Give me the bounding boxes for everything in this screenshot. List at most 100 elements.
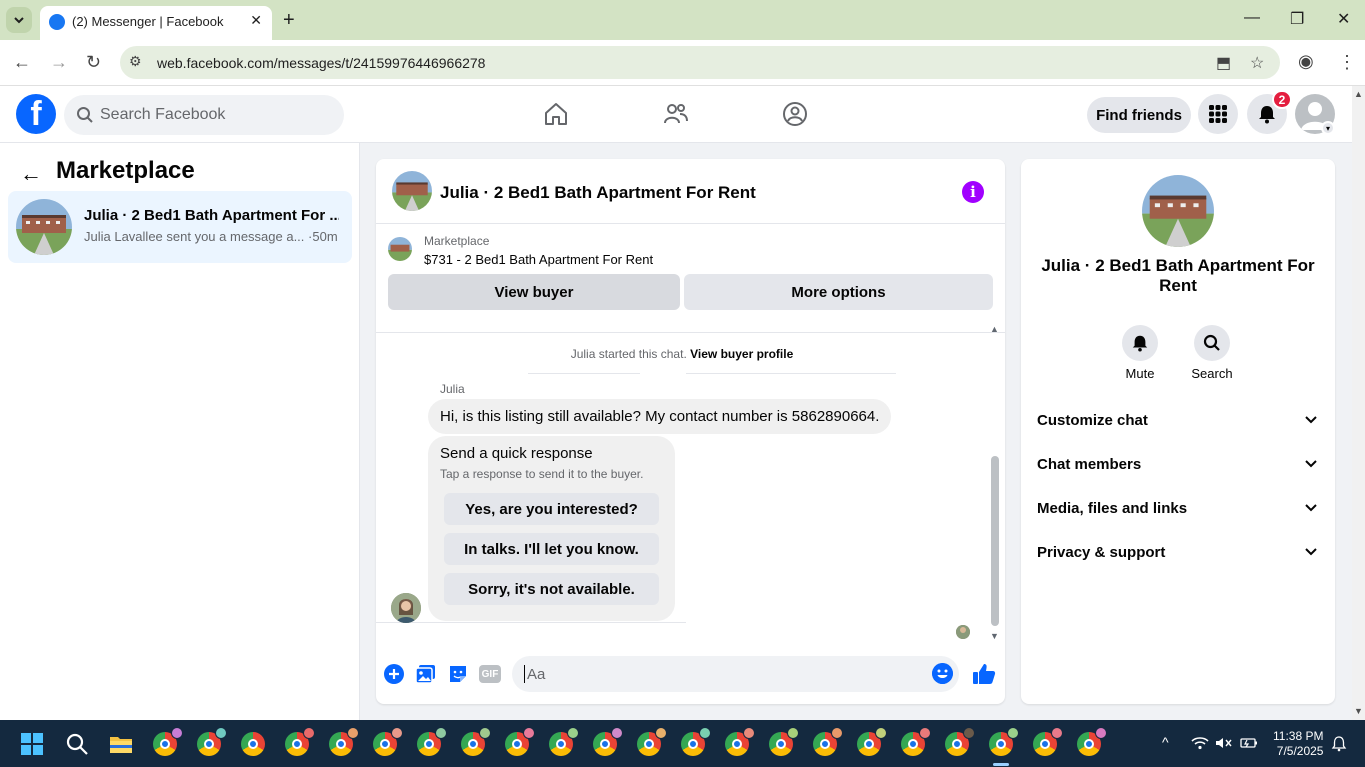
chrome-profile-icon[interactable] xyxy=(901,727,931,756)
photo-gallery-icon[interactable] xyxy=(415,663,437,685)
view-buyer-profile-link[interactable]: View buyer profile xyxy=(690,347,793,361)
search-input[interactable] xyxy=(100,95,330,135)
mute-action[interactable]: Mute xyxy=(1110,325,1170,381)
file-explorer-icon[interactable] xyxy=(109,732,133,756)
chrome-profile-icon[interactable] xyxy=(549,727,579,756)
facebook-logo-icon[interactable]: f xyxy=(16,94,56,134)
chrome-profile-icon[interactable] xyxy=(1033,727,1063,756)
search-icon[interactable] xyxy=(65,732,89,756)
chrome-profile-icon[interactable] xyxy=(153,727,183,756)
chevron-down-icon[interactable]: ▾ xyxy=(1321,121,1335,135)
find-friends-button[interactable]: Find friends xyxy=(1087,97,1191,133)
site-settings-icon[interactable]: ⚙ xyxy=(129,53,142,70)
chat-panel: Julia · 2 Bed1 Bath Apartment For Rent i… xyxy=(376,159,1005,704)
chrome-profile-icon[interactable] xyxy=(857,727,887,756)
customize-chat-row[interactable]: Customize chat xyxy=(1037,405,1319,435)
chrome-profile-icon[interactable] xyxy=(505,727,535,756)
forward-icon[interactable]: → xyxy=(50,52,68,73)
chrome-icon[interactable] xyxy=(241,732,265,756)
new-tab-icon[interactable]: + xyxy=(283,9,295,32)
tab-search-button[interactable] xyxy=(6,7,32,33)
view-buyer-button[interactable]: View buyer xyxy=(388,274,680,310)
thumbs-up-icon[interactable] xyxy=(972,662,996,686)
media-files-links-row[interactable]: Media, files and links xyxy=(1037,493,1319,523)
menu-button[interactable] xyxy=(1198,94,1238,134)
chrome-profile-icon[interactable] xyxy=(461,727,491,756)
chat-members-row[interactable]: Chat members xyxy=(1037,449,1319,479)
friends-icon[interactable] xyxy=(663,101,689,127)
chrome-profile-icon[interactable] xyxy=(769,727,799,756)
back-icon[interactable]: ← xyxy=(13,52,31,73)
chat-title[interactable]: Julia · 2 Bed1 Bath Apartment For Rent xyxy=(440,183,756,203)
volume-muted-icon[interactable] xyxy=(1215,736,1233,750)
install-app-icon[interactable]: ⬒ xyxy=(1216,53,1231,73)
chrome-profile-icon[interactable] xyxy=(637,727,667,756)
chrome-profile-icon[interactable] xyxy=(329,727,359,756)
message-composer[interactable] xyxy=(512,656,959,692)
wifi-icon[interactable] xyxy=(1191,736,1209,750)
system-clock[interactable]: 11:38 PM 7/5/2025 xyxy=(1273,729,1323,759)
mute-button[interactable] xyxy=(1122,325,1158,361)
chrome-profile-icon-active[interactable] xyxy=(989,727,1019,756)
privacy-support-row[interactable]: Privacy & support xyxy=(1037,537,1319,567)
search-action[interactable]: Search xyxy=(1182,325,1242,381)
battery-icon[interactable] xyxy=(1240,736,1258,750)
profile-icon[interactable]: ◉ xyxy=(1298,51,1314,72)
facebook-search-box[interactable] xyxy=(64,95,344,135)
chrome-profile-icon[interactable] xyxy=(945,727,975,756)
scroll-down-arrow-icon[interactable]: ▼ xyxy=(1354,706,1363,716)
chat-started-note: Julia started this chat. View buyer prof… xyxy=(376,347,988,361)
groups-icon[interactable] xyxy=(782,101,808,127)
close-window-icon[interactable]: ✕ xyxy=(1337,9,1350,29)
back-arrow-icon[interactable]: ← xyxy=(20,161,42,187)
plus-circle-icon[interactable] xyxy=(383,663,405,685)
windows-taskbar: ^ 11:38 PM 7/5/2025 xyxy=(0,720,1365,767)
message-input[interactable] xyxy=(524,665,914,683)
reload-icon[interactable]: ↻ xyxy=(86,52,101,73)
emoji-icon[interactable] xyxy=(932,663,953,684)
conversation-item[interactable]: Julia · 2 Bed1 Bath Apartment For ... Ju… xyxy=(8,191,352,263)
chrome-profile-icon[interactable] xyxy=(681,727,711,756)
restore-icon[interactable]: ❐ xyxy=(1290,9,1304,29)
info-icon[interactable]: i xyxy=(962,181,984,203)
listing-thumbnail[interactable] xyxy=(392,171,432,211)
quick-response-yes-button[interactable]: Yes, are you interested? xyxy=(444,493,659,525)
browser-tab-active[interactable]: (2) Messenger | Facebook ✕ xyxy=(40,6,272,40)
chrome-icon xyxy=(461,727,491,756)
scroll-down-arrow-icon[interactable]: ▼ xyxy=(990,631,999,641)
chrome-profile-icon[interactable] xyxy=(285,727,315,756)
sender-avatar[interactable] xyxy=(391,593,421,623)
chat-scrollbar-thumb[interactable] xyxy=(991,456,999,626)
close-tab-icon[interactable]: ✕ xyxy=(250,12,262,29)
chrome-profile-icon[interactable] xyxy=(417,727,447,756)
search-in-chat-button[interactable] xyxy=(1194,325,1230,361)
chrome-profile-icon[interactable] xyxy=(1077,727,1107,756)
scroll-up-arrow-icon[interactable]: ▲ xyxy=(1354,89,1363,99)
scroll-up-arrow-icon[interactable]: ▲ xyxy=(990,324,999,334)
sticker-icon[interactable] xyxy=(447,663,469,685)
chrome-profile-icon[interactable] xyxy=(197,727,227,756)
clock-time: 11:38 PM xyxy=(1273,729,1324,743)
chrome-profile-icon[interactable] xyxy=(725,727,755,756)
home-icon[interactable] xyxy=(543,101,569,127)
show-hidden-icons-icon[interactable]: ^ xyxy=(1162,734,1169,750)
chrome-icon xyxy=(593,727,623,756)
more-options-button[interactable]: More options xyxy=(684,274,993,310)
gif-icon[interactable]: GIF xyxy=(479,665,501,683)
chrome-profile-icon[interactable] xyxy=(593,727,623,756)
menu-kebab-icon[interactable]: ⋮ xyxy=(1338,52,1356,73)
bookmark-star-icon[interactable]: ☆ xyxy=(1250,53,1264,73)
quick-response-in-talks-button[interactable]: In talks. I'll let you know. xyxy=(444,533,659,565)
notifications-center-icon[interactable] xyxy=(1331,736,1347,752)
chrome-profile-icon[interactable] xyxy=(813,727,843,756)
chrome-profile-icon[interactable] xyxy=(373,727,403,756)
page-scrollbar[interactable]: ▲ ▼ xyxy=(1352,86,1365,720)
chrome-icon xyxy=(901,727,931,756)
url-text[interactable]: web.facebook.com/messages/t/241599764469… xyxy=(157,55,485,71)
quick-response-not-available-button[interactable]: Sorry, it's not available. xyxy=(444,573,659,605)
listing-price-title[interactable]: $731 - 2 Bed1 Bath Apartment For Rent xyxy=(424,252,653,267)
listing-photo[interactable] xyxy=(1142,175,1214,247)
minimize-icon[interactable]: — xyxy=(1244,9,1260,27)
address-bar[interactable]: ⚙ web.facebook.com/messages/t/2415997644… xyxy=(120,46,1280,79)
windows-start-icon[interactable] xyxy=(20,732,44,756)
